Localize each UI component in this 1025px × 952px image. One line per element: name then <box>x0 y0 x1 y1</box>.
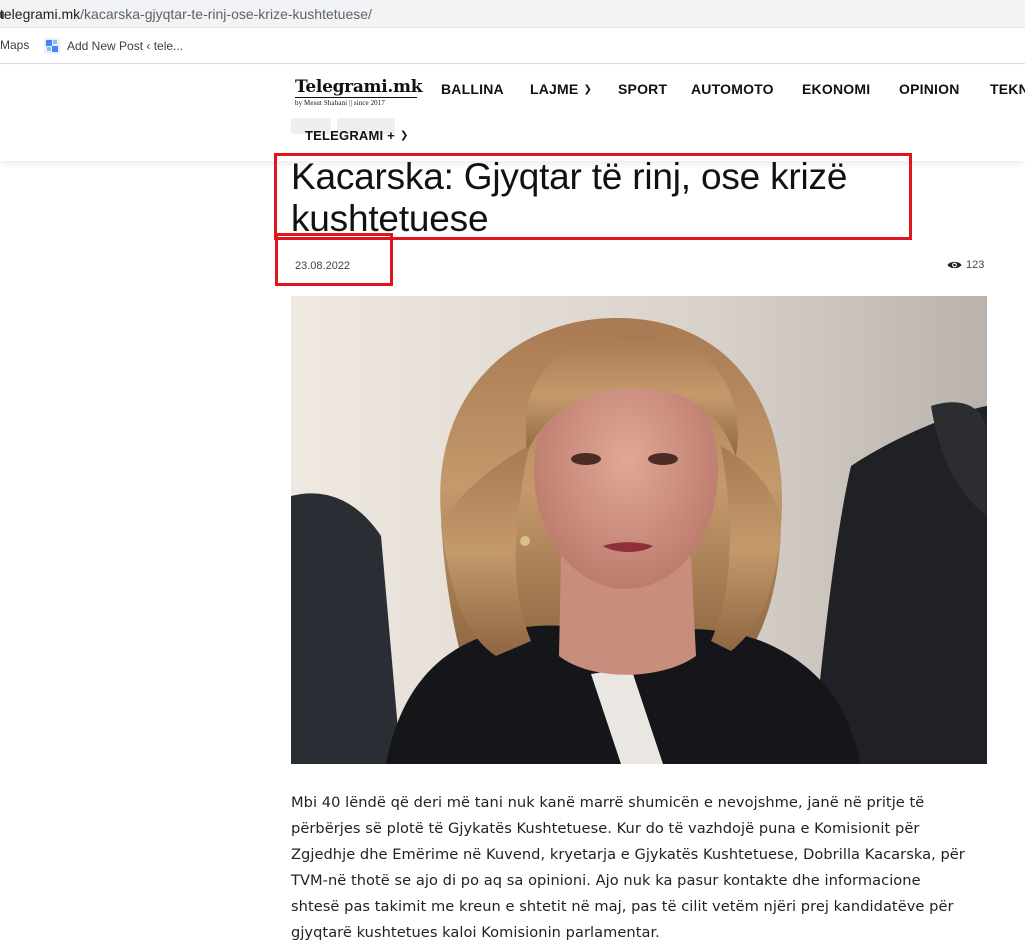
hero-photo <box>291 296 987 764</box>
nav-label: LAJME <box>530 81 579 97</box>
nav-item-sport[interactable]: SPORT <box>618 81 667 97</box>
browser-address-bar[interactable]: telegrami.mk/kacarska-gjyqtar-te-rinj-os… <box>0 0 1025 28</box>
url-text[interactable]: telegrami.mk/kacarska-gjyqtar-te-rinj-os… <box>0 6 372 22</box>
nav-label: AUTOMOTO <box>691 81 774 97</box>
url-path: /kacarska-gjyqtar-te-rinj-ose-krize-kush… <box>80 6 372 22</box>
bookmark-label: Add New Post ‹ tele... <box>67 39 184 53</box>
bookmarks-bar: Maps Add New Post ‹ tele... <box>0 28 1025 64</box>
chevron-down-icon: ❯ <box>583 84 593 95</box>
site-logo[interactable]: Telegrami.mk by Mesut Shabani || since 2… <box>295 77 423 107</box>
nav-item-automoto[interactable]: AUTOMOTO <box>691 81 774 97</box>
nav-label: TEKN <box>990 81 1025 97</box>
logo-title: Telegrami.mk <box>295 77 423 97</box>
nav-item-lajme[interactable]: LAJME ❯ <box>530 81 592 97</box>
nav-label: TELEGRAMI + <box>305 128 395 143</box>
highlight-box-title <box>274 153 912 240</box>
nav-item-tekn[interactable]: TEKN <box>990 81 1025 97</box>
nav-label: EKONOMI <box>802 81 871 97</box>
article-body: Mbi 40 lëndë që deri më tani nuk kanë ma… <box>291 794 965 941</box>
logo-subtitle: by Mesut Shabani || since 2017 <box>295 97 417 107</box>
site-header: Telegrami.mk by Mesut Shabani || since 2… <box>0 65 1025 161</box>
eye-icon <box>947 261 962 269</box>
bookmark-label: Maps <box>0 38 30 52</box>
nav-label: SPORT <box>618 81 668 97</box>
highlight-box-date <box>275 233 393 286</box>
bookmark-add-new-post[interactable]: Add New Post ‹ tele... <box>44 38 183 54</box>
article-hero-image[interactable] <box>291 296 987 764</box>
wordpress-icon <box>44 38 60 54</box>
nav-item-telegrami-plus[interactable]: TELEGRAMI + ❯ <box>305 128 409 143</box>
view-count-value: 123 <box>966 259 985 271</box>
url-host: telegrami.mk <box>0 6 81 22</box>
nav-label: OPINION <box>899 81 960 97</box>
nav-item-ekonomi[interactable]: EKONOMI <box>802 81 870 97</box>
nav-item-ballina[interactable]: BALLINA <box>441 81 504 97</box>
chevron-down-icon: ❯ <box>399 130 409 141</box>
nav-label: BALLINA <box>441 81 504 97</box>
nav-item-opinion[interactable]: OPINION <box>899 81 960 97</box>
view-count: 123 <box>947 259 984 271</box>
bookmark-maps[interactable]: Maps <box>0 38 29 52</box>
